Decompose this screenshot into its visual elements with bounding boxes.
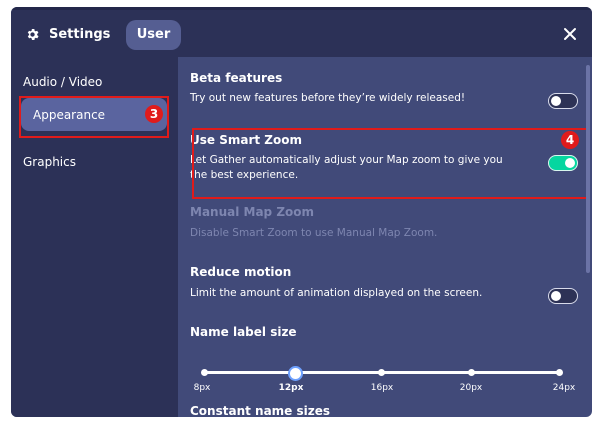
name-label-size-title: Name label size	[190, 325, 297, 339]
toggle-knob	[551, 95, 561, 106]
settings-title: Settings	[49, 27, 111, 42]
annotation-badge-3: 3	[145, 105, 163, 123]
dialog-header: Settings User	[11, 10, 592, 57]
manual-zoom-title: Manual Map Zoom	[190, 205, 315, 219]
beta-features-desc: Try out new features before they’re wide…	[190, 92, 466, 104]
appearance-settings-panel: Beta features Try out new features befor…	[178, 57, 592, 417]
toggle-knob	[551, 290, 561, 301]
beta-features-title: Beta features	[190, 71, 283, 85]
sidebar-item-graphics[interactable]: Graphics	[23, 154, 76, 170]
tab-user[interactable]: User	[126, 20, 181, 50]
reduce-motion-toggle[interactable]	[548, 288, 578, 304]
annotation-highlight-smart-zoom: 4	[192, 128, 590, 199]
settings-dialog: Settings User Audio / Video Appearance 3…	[11, 7, 592, 417]
reduce-motion-desc: Limit the amount of animation displayed …	[190, 287, 483, 299]
settings-sidebar: Audio / Video Appearance 3 Graphics	[11, 57, 178, 417]
beta-features-toggle[interactable]	[548, 93, 578, 109]
sidebar-item-audio-video[interactable]: Audio / Video	[23, 74, 102, 90]
sidebar-item-label: Appearance	[33, 108, 106, 122]
close-icon[interactable]	[561, 25, 579, 43]
sidebar-item-appearance[interactable]: Appearance 3	[21, 98, 167, 131]
manual-zoom-desc: Disable Smart Zoom to use Manual Map Zoo…	[190, 227, 438, 239]
annotation-badge-4: 4	[561, 131, 579, 149]
gear-icon	[27, 29, 39, 40]
reduce-motion-title: Reduce motion	[190, 265, 292, 279]
content-scrollbar[interactable]	[586, 65, 590, 273]
